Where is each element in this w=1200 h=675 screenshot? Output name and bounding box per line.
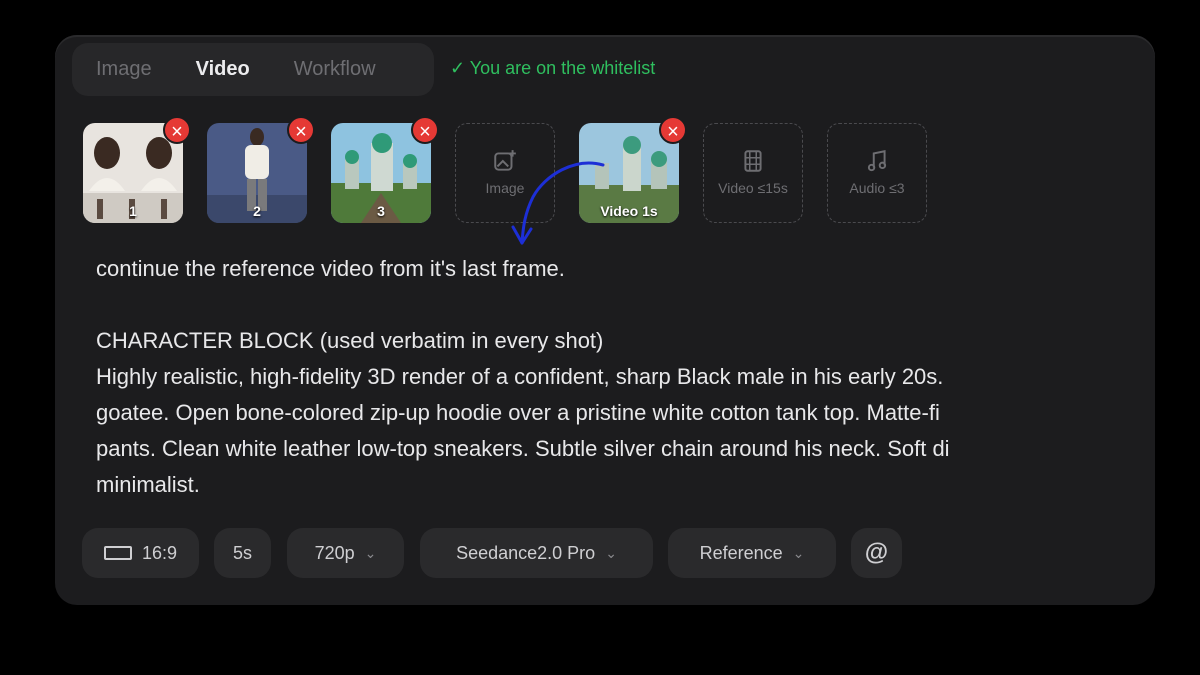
add-video-slot[interactable]: Video ≤15s bbox=[703, 123, 803, 223]
thumbnail-caption: 3 bbox=[377, 203, 385, 219]
thumbnail-caption: 2 bbox=[253, 203, 261, 219]
chevron-down-icon: ⌄ bbox=[792, 544, 805, 561]
tab-image[interactable]: Image bbox=[72, 58, 174, 81]
mention-button[interactable]: @ bbox=[851, 528, 902, 578]
remove-reference-video-button[interactable]: × bbox=[659, 116, 687, 144]
add-video-label: Video ≤15s bbox=[718, 180, 788, 196]
whitelist-status: ✓ You are on the whitelist bbox=[450, 58, 656, 78]
music-note-icon bbox=[867, 150, 887, 172]
aspect-ratio-button[interactable]: 16:9 bbox=[82, 528, 199, 578]
generator-panel: Image Video Workflow ✓ You are on the wh… bbox=[55, 35, 1155, 605]
aspect-ratio-icon bbox=[103, 546, 132, 560]
remove-reference-2-button[interactable]: × bbox=[287, 116, 315, 144]
remove-reference-3-button[interactable]: × bbox=[411, 116, 439, 144]
remove-reference-1-button[interactable]: × bbox=[163, 116, 191, 144]
add-audio-slot[interactable]: Audio ≤3 bbox=[827, 123, 927, 223]
mode-tabs: Image Video Workflow bbox=[72, 43, 434, 96]
thumbnail-caption: Video 1s bbox=[600, 203, 658, 219]
add-image-slot[interactable]: Image bbox=[455, 123, 555, 223]
add-audio-label: Audio ≤3 bbox=[849, 180, 905, 196]
tab-workflow[interactable]: Workflow bbox=[272, 58, 398, 81]
tab-video[interactable]: Video bbox=[174, 58, 272, 81]
resolution-select[interactable]: 720p ⌄ bbox=[287, 528, 404, 578]
chevron-down-icon: ⌄ bbox=[364, 544, 377, 561]
mode-value: Reference bbox=[699, 542, 783, 563]
mention-icon: @ bbox=[864, 539, 889, 566]
chevron-down-icon: ⌄ bbox=[605, 544, 617, 561]
model-select[interactable]: Seedance2.0 Pro ⌄ bbox=[420, 528, 653, 578]
duration-button[interactable]: 5s bbox=[214, 528, 271, 578]
add-image-label: Image bbox=[485, 180, 525, 196]
duration-value: 5s bbox=[232, 542, 252, 563]
resolution-value: 720p bbox=[314, 542, 355, 563]
aspect-ratio-value: 16:9 bbox=[141, 542, 178, 563]
film-icon bbox=[744, 150, 762, 172]
model-value: Seedance2.0 Pro bbox=[456, 542, 596, 563]
mode-select[interactable]: Reference ⌄ bbox=[668, 528, 836, 578]
thumbnail-caption: 1 bbox=[129, 203, 137, 219]
add-image-icon bbox=[494, 150, 516, 171]
prompt-input[interactable]: continue the reference video from it's l… bbox=[96, 251, 1155, 503]
